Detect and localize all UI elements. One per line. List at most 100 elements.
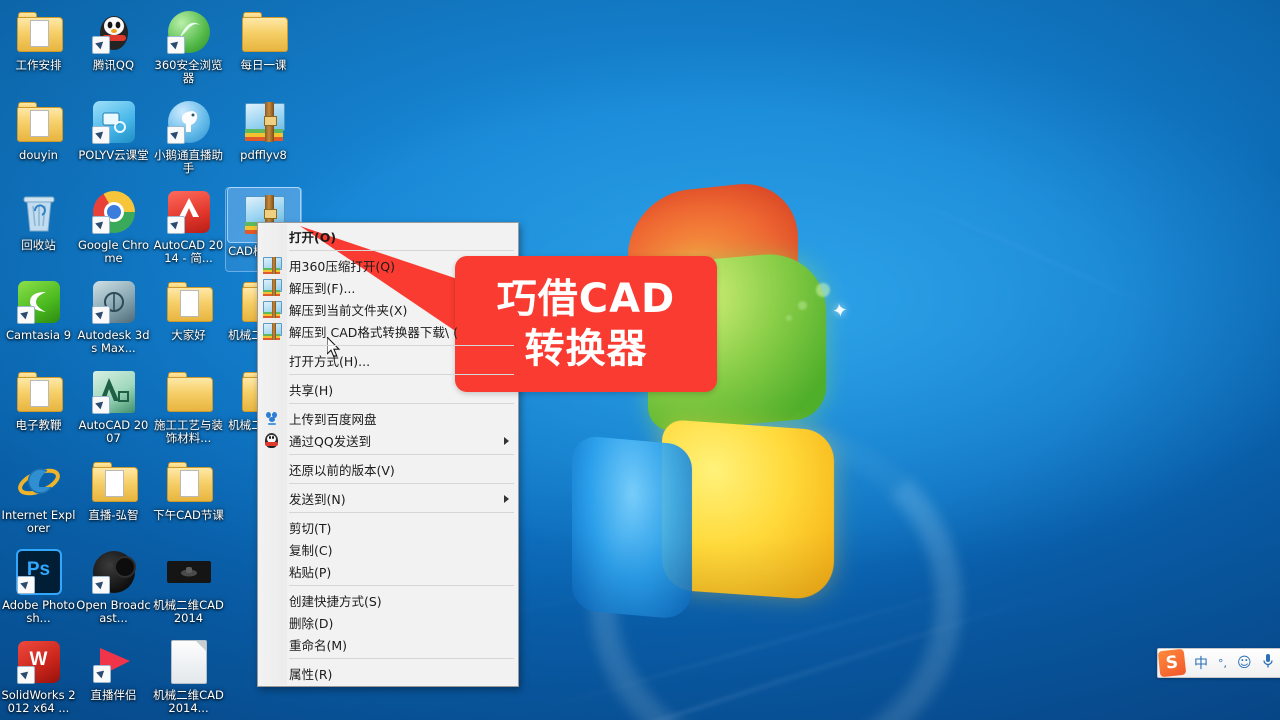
context-menu-item[interactable]: 打开方式(H)... xyxy=(258,349,518,371)
recycle-bin-icon xyxy=(19,191,59,233)
desktop-icon-glyph: Ps xyxy=(15,548,63,596)
ime-voice-input-icon[interactable] xyxy=(1262,653,1274,673)
desktop-icon-label: Google Chrome xyxy=(77,238,150,265)
context-menu-item-label: 发送到(N) xyxy=(289,491,346,507)
shortcut-overlay-icon xyxy=(91,396,110,414)
desktop-icon-glyph xyxy=(165,458,213,506)
desktop-icon[interactable]: 机械二维CAD2014... xyxy=(151,638,226,715)
desktop-icon[interactable]: W SolidWorks 2012 x64 ... xyxy=(1,638,76,715)
context-menu-item-label: 删除(D) xyxy=(289,615,334,631)
context-menu-item[interactable]: 发送到(N) xyxy=(258,487,518,509)
folder-icon xyxy=(16,101,63,142)
desktop-icon[interactable]: 小鹅通直播助手 xyxy=(151,98,226,175)
desktop-icon[interactable]: 机械二维CAD2014 xyxy=(151,548,226,625)
shortcut-overlay-icon xyxy=(166,126,185,144)
desktop-icon-label: SolidWorks 2012 x64 ... xyxy=(1,688,76,715)
desktop-icon[interactable]: 工作安排 xyxy=(1,8,76,72)
live-companion-icon xyxy=(92,642,134,683)
desktop-icon[interactable]: pdfflyv8 xyxy=(226,98,301,162)
sogou-ime-toolbar[interactable]: S 中 °, ☺ xyxy=(1157,648,1280,678)
desktop-icon-glyph xyxy=(15,98,63,146)
desktop-icon[interactable]: 每日一课 xyxy=(226,8,301,72)
desktop-icon-glyph xyxy=(240,8,288,56)
3ds-max-icon xyxy=(91,281,135,324)
context-menu-item[interactable]: 复制(C) xyxy=(258,538,518,560)
desktop-icon-glyph xyxy=(90,548,138,596)
desktop-icon[interactable]: 下午CAD节课 xyxy=(151,458,226,522)
context-menu-item[interactable]: 解压到 CAD格式转换器下载\ ( xyxy=(258,320,518,342)
desktop-icon[interactable]: 电子教鞭 xyxy=(1,368,76,432)
folder-icon xyxy=(166,461,213,502)
rar-icon xyxy=(263,257,282,274)
desktop-icon[interactable]: Camtasia 9 xyxy=(1,278,76,342)
desktop-icon-label: 直播伴侣 xyxy=(90,688,137,702)
shortcut-overlay-icon xyxy=(91,306,110,324)
desktop-icon[interactable]: 360安全浏览器 xyxy=(151,8,226,85)
desktop-icon[interactable]: Open Broadcast... xyxy=(76,548,151,625)
rar-icon xyxy=(263,279,282,296)
desktop-icon-glyph xyxy=(165,278,213,326)
desktop-icon[interactable]: POLYV云课堂 xyxy=(76,98,151,162)
context-menu-item-label: 共享(H) xyxy=(289,382,334,398)
desktop-icon[interactable]: AutoCAD 2007 xyxy=(76,368,151,445)
desktop-icon[interactable]: 直播伴侣 xyxy=(76,638,151,702)
context-menu-item[interactable]: 粘贴(P) xyxy=(258,560,518,582)
context-menu-item[interactable]: 属性(R) xyxy=(258,662,518,684)
shortcut-overlay-icon xyxy=(92,665,111,683)
desktop-icon-glyph xyxy=(15,278,63,326)
context-menu-item[interactable]: 通过QQ发送到 xyxy=(258,429,518,451)
context-menu-item-label: 打开方式(H)... xyxy=(289,353,371,369)
desktop-icon-label: 每日一课 xyxy=(240,58,287,72)
desktop-icon[interactable]: Autodesk 3ds Max... xyxy=(76,278,151,355)
context-menu-item-label: 创建快捷方式(S) xyxy=(289,593,382,609)
context-menu-item[interactable]: 上传到百度网盘 xyxy=(258,407,518,429)
context-menu-separator xyxy=(289,585,514,586)
shortcut-overlay-icon xyxy=(16,306,35,324)
desktop-icon-glyph xyxy=(90,638,138,686)
desktop-icon-label: 工作安排 xyxy=(15,58,62,72)
context-menu-item[interactable]: 还原以前的版本(V) xyxy=(258,458,518,480)
folder-icon xyxy=(166,281,213,322)
shortcut-overlay-icon xyxy=(16,576,35,594)
shortcut-overlay-icon xyxy=(91,36,110,54)
desktop-icon[interactable]: Google Chrome xyxy=(76,188,151,265)
desktop-icon[interactable]: Ps Adobe Photosh... xyxy=(1,548,76,625)
context-menu-item[interactable]: 用360压缩打开(Q) xyxy=(258,254,518,276)
ime-language-mode[interactable]: 中 xyxy=(1194,653,1208,673)
desktop-icon-label: 直播-弘智 xyxy=(88,508,139,522)
context-menu-item[interactable]: 共享(H) xyxy=(258,378,518,400)
desktop-icon-label: pdfflyv8 xyxy=(240,148,287,162)
desktop-icon[interactable]: Internet Explorer xyxy=(1,458,76,535)
context-menu-separator xyxy=(289,512,514,513)
internet-explorer-icon xyxy=(17,462,61,502)
qq-icon xyxy=(263,432,280,449)
desktop-icon-label: 机械二维CAD2014 xyxy=(153,598,224,625)
context-menu-item[interactable]: 剪切(T) xyxy=(258,516,518,538)
shortcut-overlay-icon xyxy=(166,36,185,54)
desktop-icon-glyph xyxy=(15,458,63,506)
desktop-icon[interactable]: 大家好 xyxy=(151,278,226,342)
chevron-right-icon xyxy=(504,437,509,445)
ime-punctuation-mode[interactable]: °, xyxy=(1218,657,1227,670)
desktop-icon[interactable]: 施工工艺与装饰材料... xyxy=(151,368,226,445)
desktop-icon[interactable]: 回收站 xyxy=(1,188,76,252)
context-menu-item[interactable]: 重命名(M) xyxy=(258,633,518,655)
context-menu-item[interactable]: 解压到当前文件夹(X) xyxy=(258,298,518,320)
desktop-icon[interactable]: AutoCAD 2014 - 简... xyxy=(151,188,226,265)
context-menu-item[interactable]: 打开(O) xyxy=(258,225,518,247)
context-menu-item[interactable]: 解压到(F)... xyxy=(258,276,518,298)
desktop-icon[interactable]: 腾讯QQ xyxy=(76,8,151,72)
folder-icon xyxy=(91,461,138,502)
ime-emoji-icon[interactable]: ☺ xyxy=(1237,655,1252,671)
sogou-logo-icon[interactable]: S xyxy=(1157,648,1187,678)
context-menu-item[interactable]: 创建快捷方式(S) xyxy=(258,589,518,611)
context-menu-separator xyxy=(289,345,514,346)
context-menu-item[interactable]: 删除(D) xyxy=(258,611,518,633)
desktop-icon[interactable]: douyin xyxy=(1,98,76,162)
desktop-icon-glyph: W xyxy=(15,638,63,686)
context-menu[interactable]: 打开(O) 用360压缩打开(Q) 解压到(F)... 解压到当前文件夹(X) 解压到 … xyxy=(257,222,519,687)
rar-icon xyxy=(263,301,282,318)
desktop-icon-label: 大家好 xyxy=(171,328,206,342)
solidworks-icon: W xyxy=(16,641,60,684)
desktop-icon[interactable]: 直播-弘智 xyxy=(76,458,151,522)
